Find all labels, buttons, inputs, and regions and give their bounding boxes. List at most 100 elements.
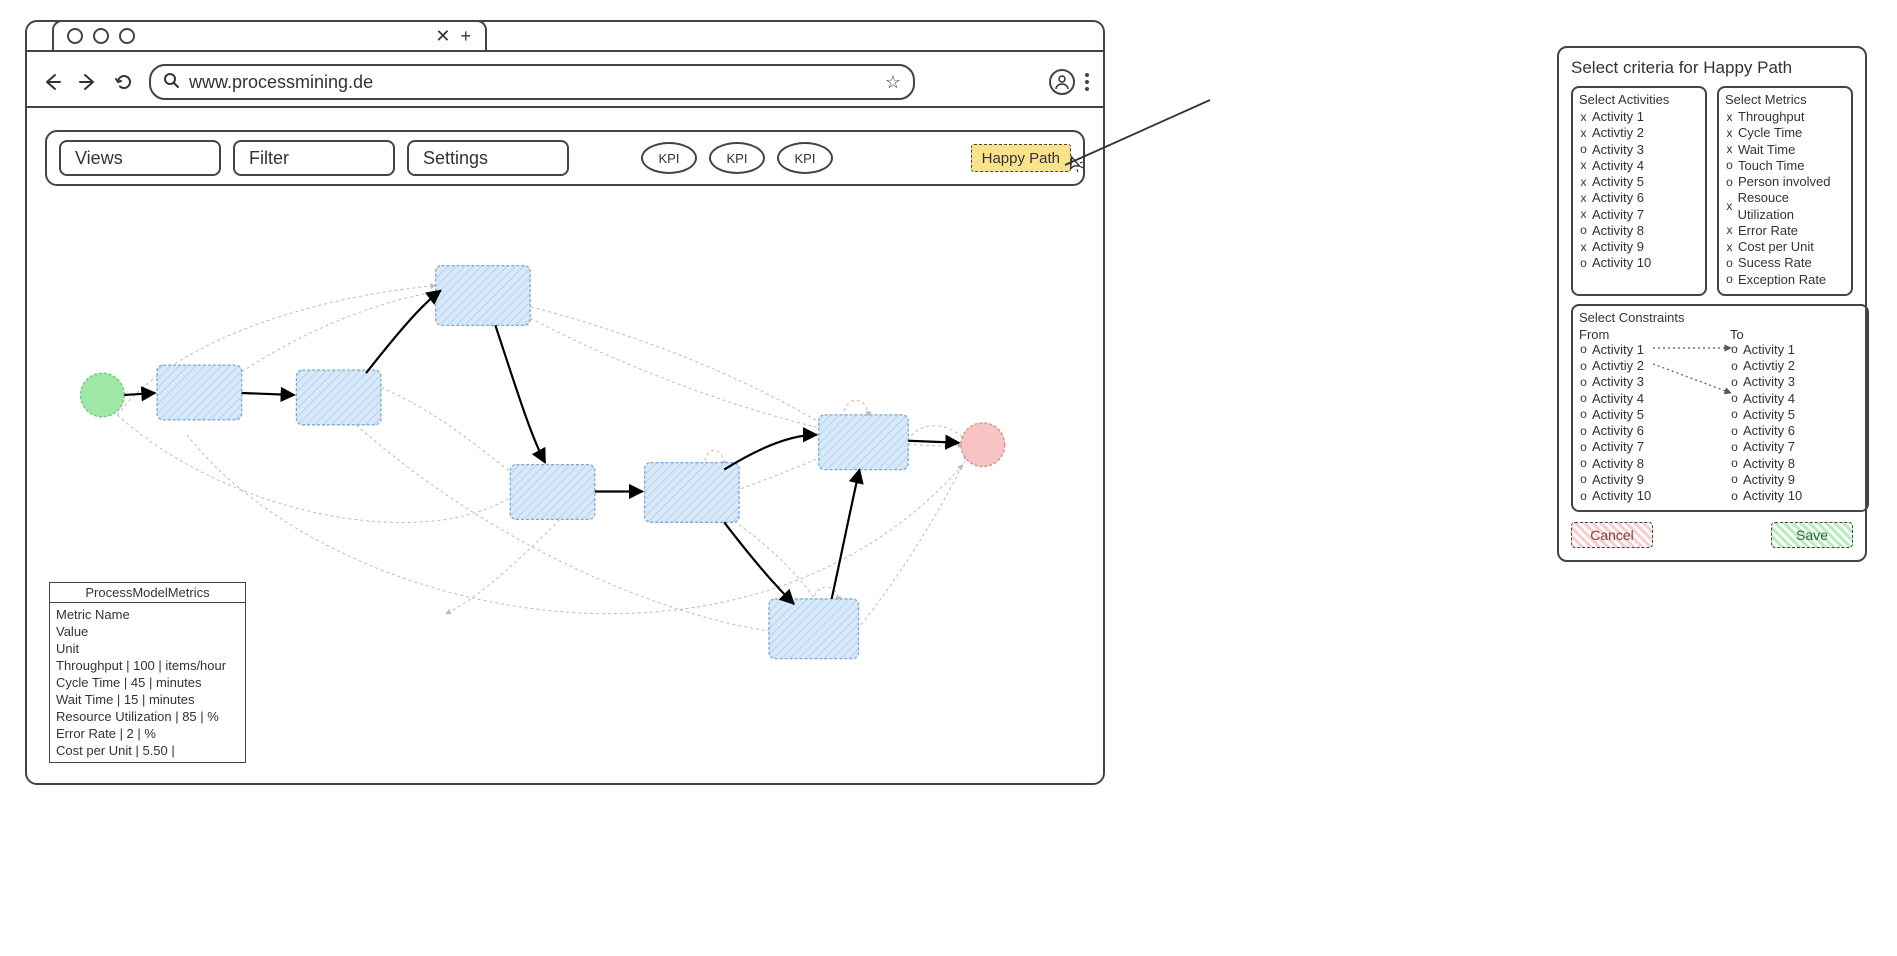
to-item[interactable]: oActivity 1 bbox=[1730, 342, 1861, 358]
filter-button[interactable]: Filter bbox=[233, 140, 395, 176]
address-bar: www.processmining.de ☆ bbox=[27, 58, 1103, 108]
metric-item[interactable]: oException Rate bbox=[1725, 272, 1845, 288]
metric-label: Touch Time bbox=[1738, 158, 1804, 174]
activity-node[interactable] bbox=[769, 599, 859, 659]
settings-label: Settings bbox=[423, 148, 488, 169]
happy-path-button[interactable]: Happy Path bbox=[971, 144, 1071, 172]
activity-item[interactable]: xActivity 4 bbox=[1579, 158, 1699, 174]
checked-icon: x bbox=[1725, 223, 1734, 238]
window-dot-icon[interactable] bbox=[67, 28, 83, 44]
to-item[interactable]: oActivity 10 bbox=[1730, 488, 1861, 504]
metric-item[interactable]: oPerson involved bbox=[1725, 174, 1845, 190]
window-dot-icon[interactable] bbox=[93, 28, 109, 44]
url-input[interactable]: www.processmining.de ☆ bbox=[149, 64, 915, 100]
activity-item[interactable]: x Activity 1 bbox=[1579, 109, 1699, 125]
from-item[interactable]: oActivity 4 bbox=[1579, 391, 1710, 407]
activity-item[interactable]: xActivity 5 bbox=[1579, 174, 1699, 190]
metric-label: Error Rate bbox=[1738, 223, 1798, 239]
activity-item[interactable]: xActivtiy 2 bbox=[1579, 125, 1699, 141]
activities-box-title: Select Activities bbox=[1579, 92, 1699, 107]
to-label: Activity 8 bbox=[1743, 456, 1795, 472]
activity-item[interactable]: xActivity 6 bbox=[1579, 190, 1699, 206]
bookmark-star-icon[interactable]: ☆ bbox=[885, 72, 901, 93]
from-label: Activity 3 bbox=[1592, 374, 1644, 390]
metric-label: Cycle Time bbox=[1738, 125, 1802, 141]
checked-icon: x bbox=[1579, 175, 1588, 190]
activity-item[interactable]: oActivity 10 bbox=[1579, 255, 1699, 271]
from-item[interactable]: oActivity 7 bbox=[1579, 439, 1710, 455]
to-label: Activity 4 bbox=[1743, 391, 1795, 407]
account-icon[interactable] bbox=[1049, 69, 1075, 95]
metric-item[interactable]: oSucess Rate bbox=[1725, 255, 1845, 271]
checked-icon: x bbox=[1579, 110, 1588, 125]
activity-item[interactable]: oActivity 3 bbox=[1579, 142, 1699, 158]
to-item[interactable]: oActivity 5 bbox=[1730, 407, 1861, 423]
unchecked-icon: o bbox=[1730, 424, 1739, 439]
from-item[interactable]: oActivity 6 bbox=[1579, 423, 1710, 439]
from-item[interactable]: oActivity 10 bbox=[1579, 488, 1710, 504]
from-label: Activity 6 bbox=[1592, 423, 1644, 439]
metric-label: Throughput bbox=[1738, 109, 1805, 125]
save-button[interactable]: Save bbox=[1771, 522, 1853, 548]
activity-item[interactable]: xActivity 7 bbox=[1579, 207, 1699, 223]
from-item[interactable]: oActivity 3 bbox=[1579, 374, 1710, 390]
from-item[interactable]: oActivity 1 bbox=[1579, 342, 1710, 358]
from-label: Activity 5 bbox=[1592, 407, 1644, 423]
unchecked-icon: o bbox=[1725, 175, 1734, 190]
to-item[interactable]: oActivity 9 bbox=[1730, 472, 1861, 488]
constraints-box: Select Constraints From oActivity 1oActi… bbox=[1571, 304, 1869, 513]
kpi-pill[interactable]: KPI bbox=[641, 142, 697, 174]
unchecked-icon: o bbox=[1730, 440, 1739, 455]
cancel-button[interactable]: Cancel bbox=[1571, 522, 1653, 548]
start-node[interactable] bbox=[80, 373, 124, 417]
to-item[interactable]: oActivity 3 bbox=[1730, 374, 1861, 390]
to-item[interactable]: oActivtiy 2 bbox=[1730, 358, 1861, 374]
activity-node[interactable] bbox=[436, 266, 531, 326]
activity-node[interactable] bbox=[510, 465, 595, 520]
activity-label: Activity 10 bbox=[1592, 255, 1651, 271]
activity-label: Activity 1 bbox=[1592, 109, 1644, 125]
kpi-label: KPI bbox=[659, 151, 680, 166]
activities-box: Select Activities x Activity 1xActivtiy 2… bbox=[1571, 86, 1707, 296]
kpi-pill[interactable]: KPI bbox=[709, 142, 765, 174]
unchecked-icon: o bbox=[1579, 391, 1588, 406]
from-item[interactable]: oActivity 5 bbox=[1579, 407, 1710, 423]
metric-item[interactable]: xCycle Time bbox=[1725, 125, 1845, 141]
to-item[interactable]: oActivity 8 bbox=[1730, 456, 1861, 472]
activity-node[interactable] bbox=[296, 370, 381, 425]
kpi-pill[interactable]: KPI bbox=[777, 142, 833, 174]
unchecked-icon: o bbox=[1730, 359, 1739, 374]
to-item[interactable]: o Activity 7 bbox=[1730, 439, 1861, 455]
end-node[interactable] bbox=[961, 423, 1005, 467]
activity-item[interactable]: oActivity 8 bbox=[1579, 223, 1699, 239]
to-label: Activity 7 bbox=[1743, 439, 1795, 455]
to-item[interactable]: oActivity 6 bbox=[1730, 423, 1861, 439]
to-item[interactable]: oActivity 4 bbox=[1730, 391, 1861, 407]
metrics-row: Metric Name bbox=[56, 607, 239, 622]
reload-icon[interactable] bbox=[113, 71, 135, 93]
activity-node[interactable] bbox=[157, 365, 242, 420]
forward-icon[interactable] bbox=[77, 71, 99, 93]
from-item[interactable]: oActivity 8 bbox=[1579, 456, 1710, 472]
activity-node[interactable] bbox=[645, 463, 740, 523]
unchecked-icon: o bbox=[1579, 489, 1588, 504]
activity-node[interactable] bbox=[819, 415, 909, 470]
from-item[interactable]: oActivtiy 2 bbox=[1579, 358, 1710, 374]
metric-item[interactable]: oTouch Time bbox=[1725, 158, 1845, 174]
new-tab-icon[interactable]: + bbox=[460, 27, 471, 45]
window-dot-icon[interactable] bbox=[119, 28, 135, 44]
to-label: Activity 9 bbox=[1743, 472, 1795, 488]
metric-item[interactable]: xCost per Unit bbox=[1725, 239, 1845, 255]
from-item[interactable]: oActivity 9 bbox=[1579, 472, 1710, 488]
activity-item[interactable]: xActivity 9 bbox=[1579, 239, 1699, 255]
metric-item[interactable]: xResouce Utilization bbox=[1725, 190, 1845, 223]
metric-item[interactable]: x Error Rate bbox=[1725, 223, 1845, 239]
back-icon[interactable] bbox=[41, 71, 63, 93]
metric-item[interactable]: xWait Time bbox=[1725, 142, 1845, 158]
settings-button[interactable]: Settings bbox=[407, 140, 569, 176]
from-label: Activtiy 2 bbox=[1592, 358, 1644, 374]
close-tab-icon[interactable]: ✕ bbox=[435, 27, 450, 45]
kebab-menu-icon[interactable] bbox=[1085, 73, 1089, 91]
metric-item[interactable]: xThroughput bbox=[1725, 109, 1845, 125]
views-button[interactable]: Views bbox=[59, 140, 221, 176]
